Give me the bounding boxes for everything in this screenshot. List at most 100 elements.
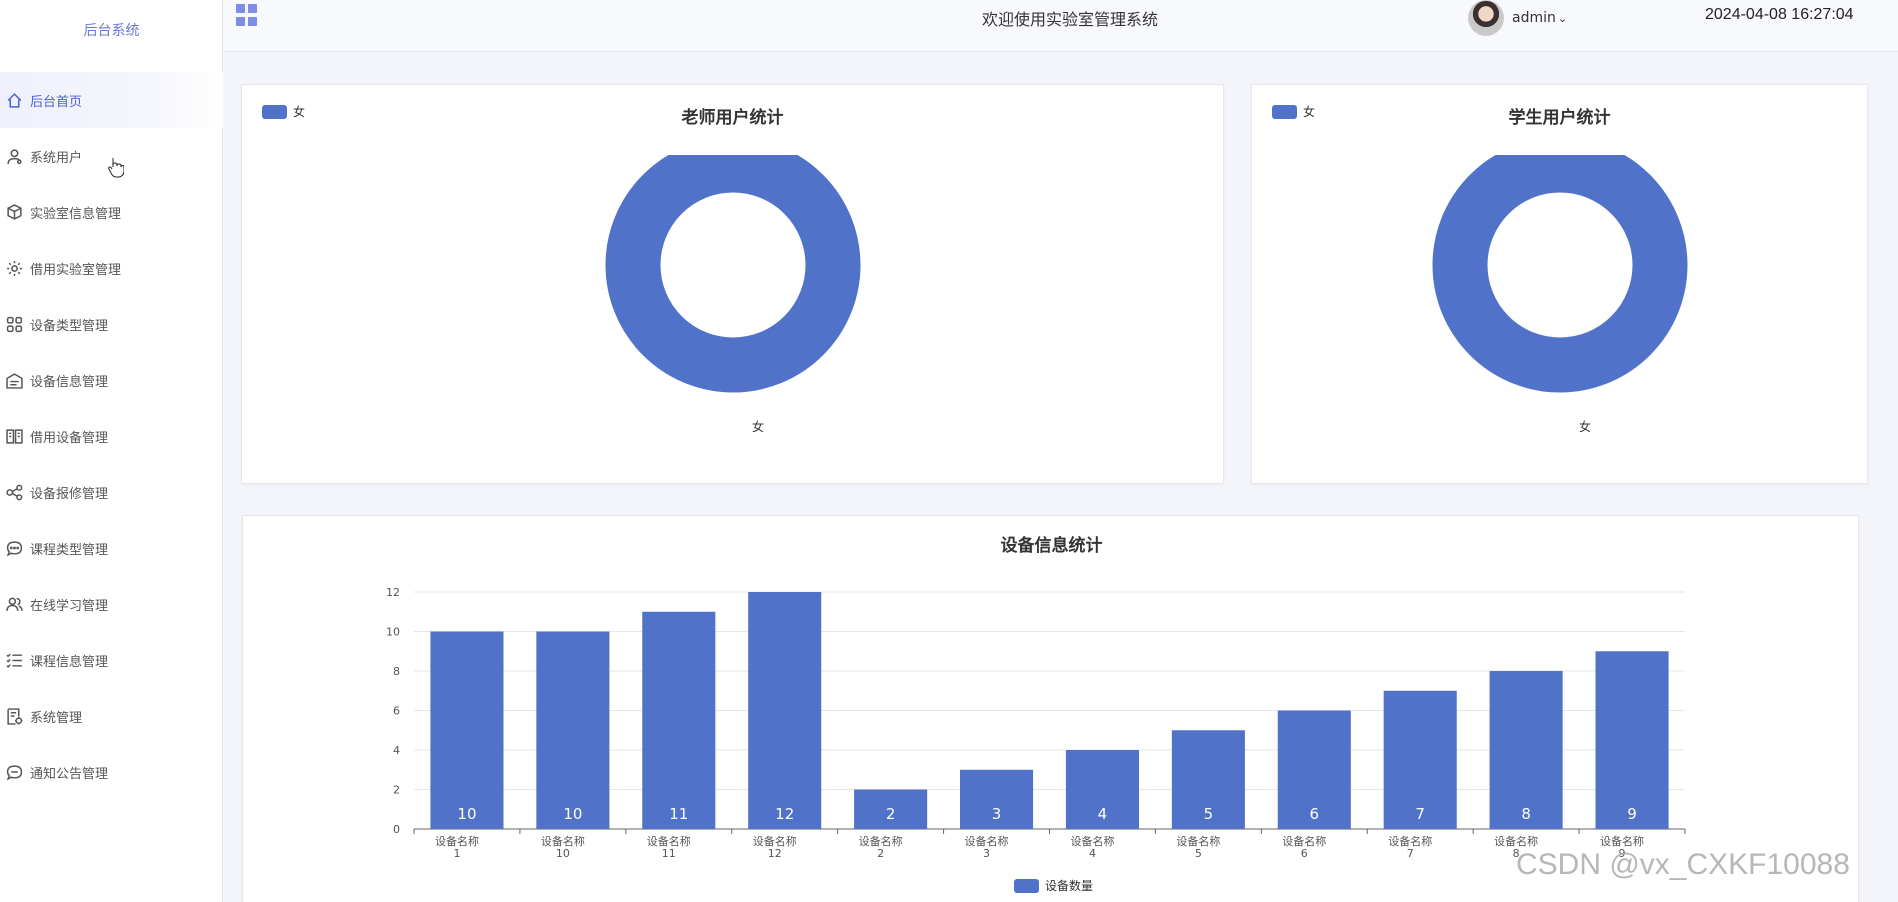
sidebar-item-label: 通知公告管理 [30, 766, 109, 782]
sidebar-item-9[interactable]: 课程类型管理 [0, 520, 223, 576]
x-tick-label: 设备名称 [1070, 834, 1114, 848]
sidebar-item-6[interactable]: 设备信息管理 [0, 352, 223, 408]
bar[interactable] [642, 611, 716, 829]
share-icon [4, 482, 24, 502]
y-tick-label: 6 [393, 705, 400, 718]
student-donut-chart [1432, 155, 1688, 393]
x-tick-label: 设备名称 [1388, 834, 1432, 848]
student-slice-label: 女 [1579, 420, 1592, 434]
gear-icon [4, 258, 24, 278]
x-tick-label: 设备名称 [965, 834, 1009, 848]
bar-data-label: 2 [886, 805, 896, 823]
bar[interactable] [536, 631, 610, 830]
cube-icon [4, 202, 24, 222]
message-icon [4, 762, 24, 782]
equipment-bar-chart: 设备信息统计02468101210设备名称110设备名称1011设备名称1112… [386, 535, 1686, 893]
bar-data-label: 4 [1098, 805, 1108, 823]
sidebar-item-label: 课程类型管理 [30, 542, 109, 558]
sidebar: 后台系统 后台首页系统用户实验室信息管理 借用实验室管理设备类型管理设备信息管理借… [0, 0, 223, 902]
legend-swatch[interactable] [1014, 879, 1039, 893]
users-icon [4, 594, 24, 614]
sidebar-item-12[interactable]: 系统管理 [0, 688, 223, 744]
x-tick-label: 设备名称 [753, 834, 797, 848]
x-tick-label: 12 [768, 847, 782, 860]
teacher-donut-chart [605, 155, 861, 393]
sidebar-item-label: 设备信息管理 [30, 374, 109, 390]
apps-icon [4, 314, 24, 334]
sidebar-item-4[interactable]: 借用实验室管理 [0, 240, 223, 296]
sidebar-item-label: 设备报修管理 [30, 486, 109, 502]
bar-data-label: 12 [775, 805, 794, 823]
watermark: CSDN @vx_CXKF10088 [1516, 848, 1850, 881]
bar-data-label: 5 [1204, 805, 1214, 823]
y-tick-label: 4 [393, 744, 400, 757]
donut-slice-female[interactable] [1432, 155, 1688, 393]
x-tick-label: 4 [1089, 847, 1096, 860]
x-tick-label: 设备名称 [859, 834, 903, 848]
x-tick-label: 3 [983, 847, 990, 860]
checklist-icon [4, 650, 24, 670]
sidebar-item-5[interactable]: 设备类型管理 [0, 296, 223, 352]
username[interactable]: admin [1512, 10, 1556, 26]
y-tick-label: 10 [386, 626, 400, 639]
sidebar-item-3[interactable]: 实验室信息管理 [0, 184, 223, 240]
avatar[interactable] [1468, 0, 1504, 36]
menu-toggle-icon[interactable] [236, 4, 258, 26]
student-chart-title: 学生用户统计 [1508, 108, 1611, 128]
sidebar-item-label: 系统用户 [30, 150, 83, 166]
bar[interactable] [1595, 651, 1669, 829]
sidebar-item-10[interactable]: 在线学习管理 [0, 576, 223, 632]
y-tick-label: 0 [393, 823, 400, 836]
sidebar-menu: 后台首页系统用户实验室信息管理 借用实验室管理设备类型管理设备信息管理 借用设备管理… [0, 72, 223, 800]
teacher-chart-title: 老师用户统计 [681, 108, 784, 128]
sidebar-item-7[interactable]: 借用设备管理 [0, 408, 223, 464]
y-tick-label: 2 [393, 784, 400, 797]
sidebar-item-11[interactable]: 课程信息管理 [0, 632, 223, 688]
user-menu[interactable]: admin ⌄ [1468, 0, 1567, 36]
equipment-stats-card: 设备信息统计 0 2 4 6 8 10 12 10 设备名称 1 10 设备名称 10 11 设备名称 11 12… [242, 515, 1859, 902]
sidebar-item-label: 实验室信息管理 [30, 206, 122, 222]
x-tick-label: 设备名称 [1494, 834, 1538, 848]
student-stats-card: 女 学生用户统计 女 [1251, 84, 1868, 484]
x-tick-label: 11 [662, 847, 676, 860]
book-icon [4, 426, 24, 446]
teacher-slice-label: 女 [752, 420, 765, 434]
sidebar-item-label: 借用实验室管理 [30, 262, 122, 278]
current-datetime: 2024-04-08 16:27:04 [1705, 6, 1854, 23]
donut-slice-female[interactable] [605, 155, 861, 393]
sidebar-item-label: 课程信息管理 [30, 654, 109, 670]
app-title: 欢迎使用实验室管理系统 [982, 10, 1159, 29]
x-tick-label: 6 [1301, 847, 1308, 860]
x-tick-label: 10 [556, 847, 570, 860]
sidebar-item-13[interactable]: 通知公告管理 [0, 744, 223, 800]
x-tick-label: 设备名称 [1282, 834, 1326, 848]
y-tick-label: 8 [393, 665, 400, 678]
sidebar-item-label: 后台首页 [30, 94, 83, 110]
bar[interactable] [748, 592, 822, 829]
bar-data-label: 11 [669, 805, 688, 823]
x-tick-label: 2 [877, 847, 884, 860]
box-icon [4, 370, 24, 390]
x-tick-label: 1 [453, 847, 460, 860]
document-icon [4, 706, 24, 726]
sidebar-item-1[interactable]: 后台首页 [0, 72, 223, 128]
bar-legend-label[interactable]: 设备数量 [1045, 878, 1093, 893]
sidebar-item-label: 在线学习管理 [30, 598, 109, 614]
sidebar-item-label: 借用设备管理 [30, 430, 109, 446]
y-tick-label: 12 [386, 586, 400, 599]
x-tick-label: 7 [1407, 847, 1414, 860]
chevron-down-icon[interactable]: ⌄ [1558, 12, 1567, 25]
sidebar-item-8[interactable]: 设备报修管理 [0, 464, 223, 520]
top-header: 欢迎使用实验室管理系统 admin ⌄ 2024-04-08 16:27:04 [224, 0, 1898, 52]
brand-title: 后台系统 [83, 23, 140, 39]
bar-data-label: 8 [1521, 805, 1531, 823]
home-icon [4, 90, 24, 110]
x-tick-label: 设备名称 [435, 834, 479, 848]
bar-chart-title: 设备信息统计 [1001, 535, 1103, 556]
bar-data-label: 10 [457, 805, 476, 823]
chat-icon [4, 538, 24, 558]
sidebar-item-label: 系统管理 [30, 710, 83, 726]
teacher-stats-card: 女 老师用户统计 女 [241, 84, 1224, 484]
bar[interactable] [430, 631, 504, 830]
user-icon [4, 146, 24, 166]
